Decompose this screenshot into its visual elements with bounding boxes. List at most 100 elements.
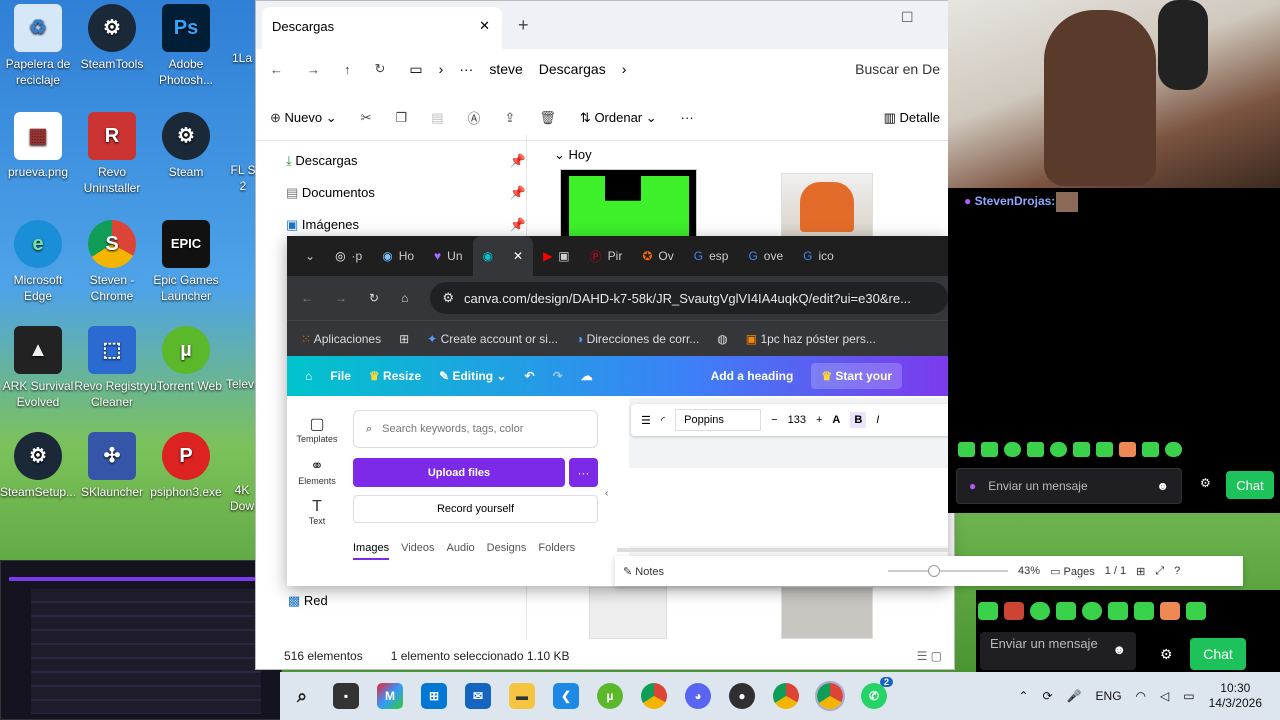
- desktop-icon-recycle-bin[interactable]: ♻ Papelera de reciclaje: [0, 4, 76, 88]
- group-today[interactable]: ⌄ Hoy: [554, 147, 592, 163]
- delete-icon[interactable]: 🗑: [539, 110, 556, 126]
- microphone-icon[interactable]: 🎤: [1067, 689, 1082, 703]
- add-heading[interactable]: Add a heading: [711, 369, 794, 383]
- resize-button[interactable]: ♛ Resize: [369, 369, 421, 383]
- notes-button[interactable]: ✎ Notes: [623, 565, 664, 578]
- chrome-tab-active[interactable]: ◉ ✕: [472, 236, 534, 276]
- desktop-icon-revo-registry[interactable]: ⬚ Revo Registry Cleaner: [74, 326, 150, 410]
- tab-designs[interactable]: Designs: [487, 542, 527, 560]
- rename-icon[interactable]: Ⓐ: [467, 108, 480, 127]
- cut-icon[interactable]: ✂: [361, 110, 372, 126]
- decrease-size-icon[interactable]: −: [771, 414, 777, 426]
- horizontal-scrollbar[interactable]: [617, 548, 948, 552]
- file-menu[interactable]: File: [330, 369, 351, 383]
- home-icon[interactable]: ⌂: [305, 369, 312, 383]
- refresh-icon[interactable]: ↻: [375, 61, 386, 77]
- cloud-save-icon[interactable]: ☁: [581, 369, 593, 383]
- chat-button[interactable]: Chat: [1226, 471, 1274, 499]
- file-thumbnail[interactable]: [781, 587, 873, 639]
- new-tab-button[interactable]: +: [518, 15, 529, 36]
- settings-icon[interactable]: ⚙: [1160, 646, 1173, 663]
- desktop-icon-ark[interactable]: ▲ ARK Survival Evolved: [0, 326, 76, 410]
- tab-audio[interactable]: Audio: [447, 542, 475, 560]
- explorer-tab[interactable]: Descargas ✕: [262, 7, 502, 49]
- search-field[interactable]: Buscar en De: [855, 61, 940, 77]
- new-button[interactable]: ⊕ Nuevo ⌄: [270, 110, 337, 126]
- chrome-tab[interactable]: Gico: [793, 236, 844, 276]
- desktop-icon-psiphon[interactable]: Ppsiphon3.exe: [148, 432, 224, 500]
- close-tab-icon[interactable]: ✕: [479, 18, 490, 34]
- chrome-tab[interactable]: ♥ Un: [424, 236, 472, 276]
- store-icon[interactable]: ⊞: [421, 683, 447, 709]
- nav-item-descargas[interactable]: ⤓ Descargas 📌: [286, 145, 526, 177]
- grid-view-icon[interactable]: ⊞: [1136, 565, 1145, 578]
- upload-more-icon[interactable]: ···: [569, 458, 598, 487]
- more-icon[interactable]: ···: [681, 110, 694, 125]
- side-elements[interactable]: ⚭ Elements: [287, 456, 347, 486]
- font-size-input[interactable]: 133: [788, 414, 806, 426]
- paste-icon[interactable]: ▤: [431, 110, 443, 126]
- text-color-icon[interactable]: A: [832, 414, 840, 426]
- chrome-tab[interactable]: Gesp: [684, 236, 739, 276]
- zoom-handle[interactable]: [928, 565, 941, 577]
- nav-item-red[interactable]: ▩ Red: [288, 593, 328, 609]
- chat-input[interactable]: ● Enviar un mensaje ☻: [956, 468, 1182, 504]
- obs-icon[interactable]: ●: [729, 683, 755, 709]
- zoom-level[interactable]: 43%: [1018, 565, 1040, 577]
- upload-files-button[interactable]: Upload files: [353, 458, 565, 487]
- wifi-icon[interactable]: ◠: [1136, 689, 1146, 703]
- chat-input-secondary[interactable]: Enviar un mensaje ☻: [980, 632, 1136, 670]
- editing-button[interactable]: ✎ Editing ⌄: [439, 369, 506, 383]
- globe-icon[interactable]: ◍: [717, 332, 727, 346]
- curve-icon[interactable]: ◜: [661, 414, 665, 427]
- chrome-tab[interactable]: Gove: [738, 236, 793, 276]
- sync-icon[interactable]: ⟳: [1043, 689, 1053, 703]
- breadcrumb[interactable]: ▭ › ··· steve Descargas ›: [409, 61, 626, 78]
- back-icon[interactable]: ←: [270, 62, 283, 77]
- grid-icon[interactable]: ⊞: [399, 332, 409, 346]
- clock[interactable]: 10:30 14/3/2026: [1209, 681, 1262, 711]
- forward-icon[interactable]: →: [335, 291, 347, 305]
- chrome-tab[interactable]: ◉ Ho: [372, 236, 424, 276]
- desktop-icon-partial[interactable]: FL S 2: [228, 162, 258, 194]
- zoom-slider[interactable]: [888, 565, 1009, 577]
- sort-button[interactable]: ⇅ Ordenar ⌄: [580, 110, 657, 126]
- desktop-icon-sklauncher[interactable]: ✣ SKlauncher: [74, 432, 150, 500]
- tab-folders[interactable]: Folders: [538, 542, 575, 560]
- site-info-icon[interactable]: ⚙: [442, 290, 454, 306]
- chrome-icon[interactable]: [641, 683, 667, 709]
- increase-size-icon[interactable]: +: [816, 414, 822, 426]
- bookmark-1[interactable]: ✦ Create account or si...: [427, 332, 558, 346]
- collapse-panel-icon[interactable]: ‹: [605, 488, 608, 499]
- settings-icon[interactable]: ⚙: [1200, 476, 1211, 490]
- battery-icon[interactable]: ▭: [1183, 689, 1194, 703]
- up-icon[interactable]: ↑: [344, 62, 351, 77]
- desktop-icon-chrome[interactable]: S Steven - Chrome: [74, 220, 150, 304]
- view-toggle-icon[interactable]: ☰ ▢: [917, 649, 942, 663]
- desktop-icon-utorrent[interactable]: µ uTorrent Web: [148, 326, 224, 394]
- desktop-icon-steam[interactable]: ⚙ Steam: [148, 112, 224, 180]
- bold-button[interactable]: B: [850, 412, 867, 428]
- search-icon[interactable]: ⌕: [289, 683, 315, 709]
- redo-icon[interactable]: ↷: [553, 369, 563, 383]
- bookmark-apps[interactable]: ⁙ Aplicaciones: [301, 332, 381, 346]
- forward-icon[interactable]: →: [307, 62, 320, 77]
- desktop-icon-epic[interactable]: EPIC Epic Games Launcher: [148, 220, 224, 304]
- folder-icon[interactable]: ▬: [509, 683, 535, 709]
- file-thumbnail[interactable]: [589, 587, 667, 639]
- task-view-icon[interactable]: ▪: [333, 683, 359, 709]
- reload-icon[interactable]: ↻: [369, 291, 379, 305]
- pages-button[interactable]: ▭ Pages: [1050, 565, 1095, 578]
- desktop-icon-edge[interactable]: e Microsoft Edge: [0, 220, 76, 304]
- undo-icon[interactable]: ↶: [525, 369, 535, 383]
- fullscreen-icon[interactable]: ⤢: [1155, 565, 1164, 578]
- chrome-tab[interactable]: ◎ ·p: [325, 236, 372, 276]
- tab-images[interactable]: Images: [353, 542, 390, 560]
- nav-item-documentos[interactable]: ▤ Documentos 📌: [286, 177, 526, 209]
- vscode-icon[interactable]: ❮: [553, 683, 579, 709]
- utorrent-icon[interactable]: µ: [597, 683, 623, 709]
- volume-icon[interactable]: ◁: [1160, 689, 1169, 703]
- outlook-icon[interactable]: ✉: [465, 683, 491, 709]
- back-icon[interactable]: ←: [301, 291, 313, 305]
- chrome-tab[interactable]: ✪ Ov: [632, 236, 683, 276]
